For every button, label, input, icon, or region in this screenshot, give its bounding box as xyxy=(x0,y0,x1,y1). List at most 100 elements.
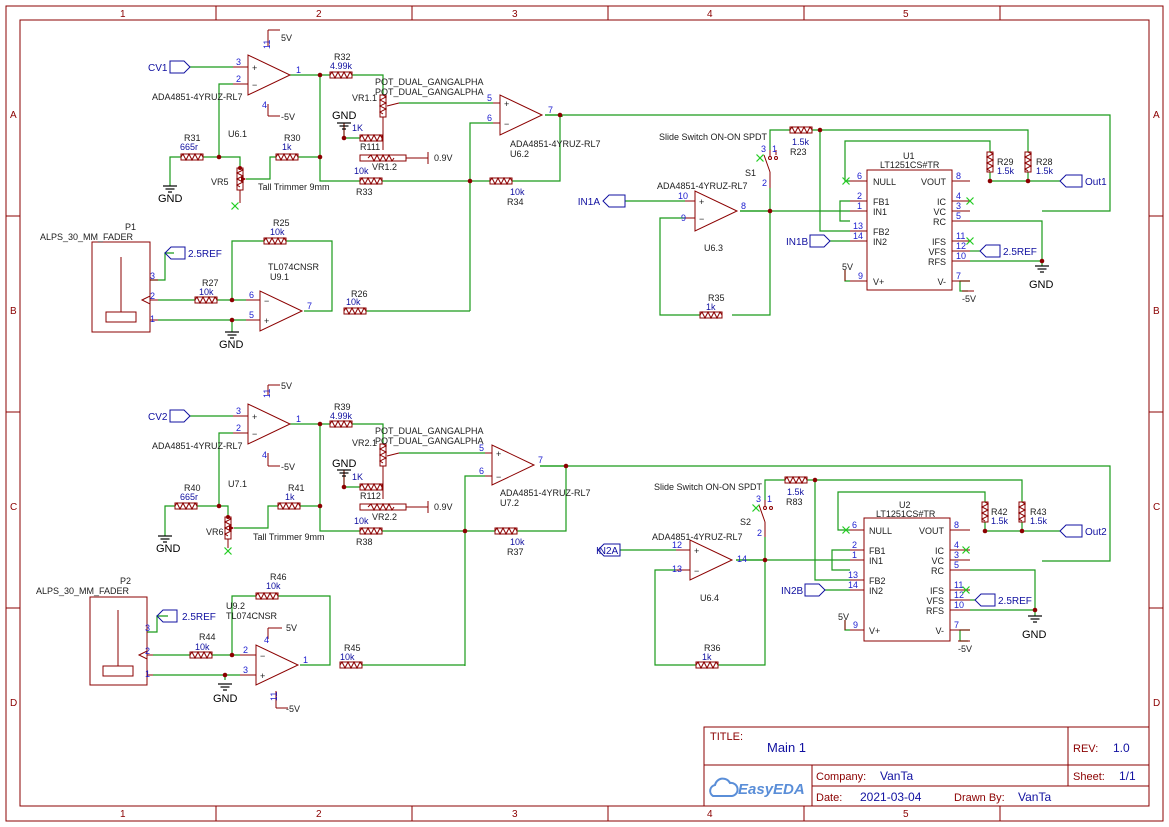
row-label: D xyxy=(1153,698,1160,709)
opamp-u7-2: + − 5 6 7 ADA4851-4YRUZ-RL7 U7.2 xyxy=(479,443,591,508)
pin-name: IFS xyxy=(930,586,944,596)
part-label: ADA4851-4YRUZ-RL7 xyxy=(657,181,748,191)
vpos-label: 5V xyxy=(842,262,853,272)
vneg-label: -5V xyxy=(958,644,972,654)
pin-name: NULL xyxy=(873,177,896,187)
pin-number: 14 xyxy=(737,554,747,564)
ref25-net-label-u2: 2.5REF xyxy=(974,593,1032,607)
svg-text:−: − xyxy=(252,429,257,439)
svg-text:−: − xyxy=(504,119,509,129)
out1-label: Out1 xyxy=(1085,177,1107,188)
pin-number: 4 xyxy=(262,450,267,460)
pin-number: 7 xyxy=(307,301,312,311)
vpos-label: 5V xyxy=(838,612,849,622)
value-label: 4.99k xyxy=(330,61,353,71)
gnd-label: GND xyxy=(332,110,357,122)
vneg-label: -5V xyxy=(286,704,300,714)
pin-name: VFS xyxy=(928,247,946,257)
ref-label: R34 xyxy=(507,197,524,207)
col-label: 1 xyxy=(120,9,126,20)
pin-number: 6 xyxy=(487,113,492,123)
col-label: 5 xyxy=(903,809,909,820)
pin-number: 1 xyxy=(145,669,150,679)
resistor-r40: R40 665r GND xyxy=(156,483,201,555)
pin-name: FB2 xyxy=(869,576,886,586)
pin-number: 6 xyxy=(249,290,254,300)
pin-number: 11 xyxy=(262,40,272,49)
pin-name: IN2 xyxy=(869,586,883,596)
ref-label: R23 xyxy=(790,147,807,157)
pin-number: 2 xyxy=(236,423,241,433)
pin-number: 3 xyxy=(243,665,248,675)
schematic-sheet: 1 2 3 4 5 1 2 3 4 5 A B C D A B C D CV1 … xyxy=(5,5,1164,822)
gnd-u2: GND xyxy=(1022,615,1047,641)
switch-s2: Slide Switch ON-ON SPDT S2 3 1 2 xyxy=(654,482,773,538)
value-label: 1.5k xyxy=(787,487,805,497)
channel-1: CV1 +− 3 2 1 11 4 5V -5V ADA4851-4YRUZ-R… xyxy=(40,29,1111,351)
pin-number: 4 xyxy=(956,191,961,201)
resistor-r25: R25 10k xyxy=(263,218,290,245)
pin-name: IC xyxy=(935,546,945,556)
col-label: 5 xyxy=(903,9,909,20)
opamp-u6-4: +− 12 13 14 ADA4851-4YRUZ-RL7 U6.4 xyxy=(652,532,747,603)
ref-label: R33 xyxy=(356,187,373,197)
svg-text:−: − xyxy=(496,472,501,482)
resistor-r45: R45 10k xyxy=(339,643,363,669)
svg-text:1: 1 xyxy=(767,494,772,504)
fader-p1: P1 ALPS_30_MM_FADER 3 2 1 xyxy=(40,222,158,333)
svg-text:2: 2 xyxy=(762,178,767,188)
channel-2: CV2 +− 3 2 1 11 4 5V -5V ADA4851-4YRUZ-R… xyxy=(36,381,1111,714)
pin-number: 3 xyxy=(236,406,241,416)
gnd-label: GND xyxy=(219,339,244,351)
ch1-wires xyxy=(150,66,1111,332)
resistor-r37: 10k R37 xyxy=(494,527,525,557)
part-label: LT1251CS#TR xyxy=(880,160,940,170)
pot-vr2-1: POT_DUAL_GANGALPHA POT_DUAL_GANGALPHA VR… xyxy=(352,426,484,478)
pin-number: 12 xyxy=(954,590,964,600)
row-label: C xyxy=(10,502,17,513)
svg-text:−: − xyxy=(699,214,704,224)
pin-number: 9 xyxy=(681,213,686,223)
ref-label: R38 xyxy=(356,537,373,547)
resistor-r30: R30 1k xyxy=(275,133,301,161)
ref-label: U6.4 xyxy=(700,593,719,603)
value-label: 1k xyxy=(285,492,295,502)
trimmer-vr6: VR6 Tall Trimmer 9mm xyxy=(206,515,325,556)
ref-label: R44 xyxy=(199,632,216,642)
pin-name: FB2 xyxy=(873,227,890,237)
ic-u1: U1 LT1251CS#TR NULL FB1 IN1 FB2 IN2 V+ V… xyxy=(841,151,975,291)
pin-number: 1 xyxy=(296,414,301,424)
in2b-label: IN2B xyxy=(781,586,804,597)
cv1-net-label: CV1 xyxy=(148,60,191,74)
resistor-r35: R35 1k xyxy=(699,293,725,319)
resistor-r36: R36 1k xyxy=(695,643,721,669)
svg-text:3: 3 xyxy=(756,494,761,504)
pin-name: IN1 xyxy=(869,556,883,566)
value-label: 10k xyxy=(266,581,281,591)
svg-text:+: + xyxy=(264,316,269,326)
value-label: 1K xyxy=(352,123,363,133)
voltage-label: 0.9V xyxy=(434,153,453,163)
pin-number: 13 xyxy=(672,564,682,574)
pin-number: 5 xyxy=(954,560,959,570)
col-label: 3 xyxy=(512,809,518,820)
value-label: 10k xyxy=(195,642,210,652)
svg-text:2: 2 xyxy=(757,528,762,538)
resistor-r34: 10k R34 xyxy=(489,177,525,207)
pin-number: 6 xyxy=(852,520,857,530)
value-label: 1k xyxy=(282,142,292,152)
fader-p2: P2 ALPS_30_MM_FADER 3 2 1 xyxy=(36,576,153,686)
pin-number: 11 xyxy=(269,692,279,701)
pin-number: 2 xyxy=(150,291,155,301)
value-label: 1.5k xyxy=(1030,516,1048,526)
value-label: 665r xyxy=(180,142,198,152)
ref-label: VR1.2 xyxy=(372,162,397,172)
svg-text:+: + xyxy=(699,197,704,207)
pin-name: IN2 xyxy=(873,237,887,247)
pin-name: VOUT xyxy=(921,177,947,187)
col-label: 3 xyxy=(512,9,518,20)
sheet-value: 1/1 xyxy=(1119,769,1136,783)
drawn-by-label: Drawn By: xyxy=(954,792,1005,804)
ic-u2: U2 LT1251CS#TR NULL FB1 IN1 FB2 IN2 V+ V… xyxy=(841,500,971,642)
ref-label: S2 xyxy=(740,517,751,527)
